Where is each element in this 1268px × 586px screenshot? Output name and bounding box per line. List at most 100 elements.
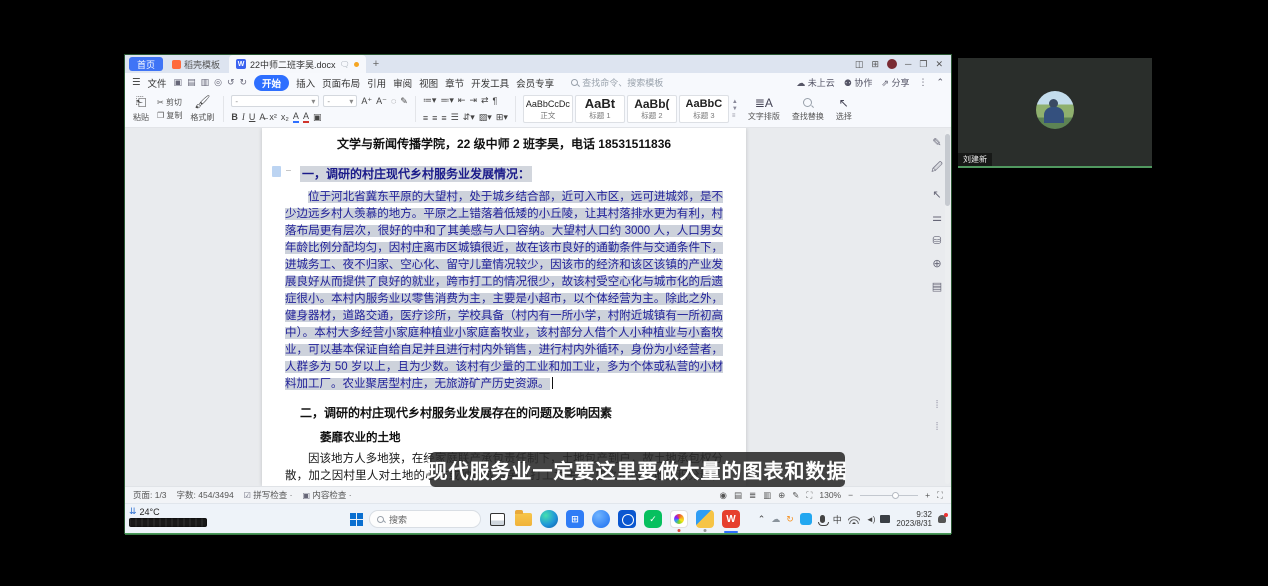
show-marks-icon[interactable]: ¶ xyxy=(493,96,498,106)
scrollbar-thumb[interactable] xyxy=(945,134,950,206)
zoom-out-button[interactable]: − xyxy=(848,490,853,500)
tab-view[interactable]: 视图 xyxy=(419,76,438,90)
translate-icon[interactable]: ⊕ xyxy=(932,257,941,270)
save-icon[interactable]: ▣ xyxy=(174,77,183,88)
highlight-color-icon[interactable]: A xyxy=(293,111,299,123)
spell-check-toggle[interactable]: ☑ 拼写检查 · xyxy=(244,489,293,501)
style-heading3[interactable]: AaBbC 标题 3 xyxy=(679,95,729,123)
page-nav-dots2[interactable]: ⁞ xyxy=(935,421,938,433)
taskbar-search[interactable]: 搜索 xyxy=(369,510,481,528)
file-explorer-button[interactable] xyxy=(513,509,533,529)
restore-button[interactable]: ❐ xyxy=(919,59,927,70)
bold-button[interactable]: B xyxy=(231,112,238,122)
font-size-combobox[interactable]: -▾ xyxy=(323,95,357,107)
redo-icon[interactable]: ↻ xyxy=(240,77,248,88)
close-button[interactable]: ✕ xyxy=(935,59,943,70)
tab-section[interactable]: 章节 xyxy=(445,76,464,90)
bullet-list-icon[interactable]: ≔▾ xyxy=(423,95,437,106)
style-heading2[interactable]: AaBb( 标题 2 xyxy=(627,95,677,123)
italic-button[interactable]: I xyxy=(242,112,245,122)
character-border-icon[interactable]: ▣ xyxy=(313,112,322,123)
map-app-button[interactable] xyxy=(695,509,715,529)
align-center-icon[interactable]: ≡ xyxy=(432,113,437,123)
tab-home[interactable]: 开始 xyxy=(254,75,289,91)
cut-button[interactable]: ✂ 剪切 xyxy=(157,97,182,108)
wifi-icon[interactable] xyxy=(848,515,860,524)
view-outline-icon[interactable]: ≣ xyxy=(749,490,756,501)
view-edit-icon[interactable]: ✎ xyxy=(792,490,799,501)
document-tab[interactable]: W 22中师二班李昊.docx 🗨 xyxy=(229,55,366,73)
font-name-combobox[interactable]: -▾ xyxy=(231,95,319,107)
edge-button[interactable] xyxy=(539,509,559,529)
style-normal[interactable]: AaBbCcDc 正文 xyxy=(523,95,573,123)
menu-file[interactable]: 文件 xyxy=(148,76,167,90)
clock-date[interactable]: 9:32 2023/8/31 xyxy=(896,510,932,528)
undo-icon[interactable]: ↺ xyxy=(227,77,235,88)
ime-indicator[interactable]: 中 xyxy=(833,513,842,526)
find-replace-button[interactable]: 查找替换 xyxy=(789,94,827,124)
view-web-icon[interactable]: ⊕ xyxy=(778,490,785,501)
tab-page-layout[interactable]: 页面布局 xyxy=(322,76,360,90)
layout-switch-icon[interactable]: ◫ xyxy=(855,59,864,70)
notification-bell-icon[interactable] xyxy=(938,515,946,523)
wps-app-button[interactable]: W xyxy=(721,509,741,529)
tab-references[interactable]: 引用 xyxy=(367,76,386,90)
zoom-level[interactable]: 130% xyxy=(819,490,841,500)
comment-icon[interactable]: 🗨 xyxy=(340,60,350,69)
chat-tray-icon[interactable] xyxy=(800,513,812,525)
word-count[interactable]: 字数: 454/3494 xyxy=(177,489,234,501)
typography-button[interactable]: ≣A 文字排版 xyxy=(745,94,783,124)
home-tab[interactable]: 首页 xyxy=(129,57,163,71)
view-book-icon[interactable]: ▥ xyxy=(763,490,771,501)
volume-icon[interactable]: ◄) xyxy=(866,515,875,524)
blue-app-button[interactable] xyxy=(591,509,611,529)
subscript-icon[interactable]: x₂ xyxy=(281,112,289,122)
fullscreen-icon[interactable]: ⛶ xyxy=(937,490,943,501)
tab-member[interactable]: 会员专享 xyxy=(516,76,554,90)
numbered-list-icon[interactable]: ≕▾ xyxy=(440,95,454,106)
command-search[interactable]: 查找命令、搜索模板 xyxy=(571,76,663,89)
task-view-button[interactable] xyxy=(487,509,507,529)
hamburger-icon[interactable]: ☰ xyxy=(132,77,141,88)
shading-icon[interactable]: ▨▾ xyxy=(479,112,492,123)
microsoft-store-button[interactable]: ⊞ xyxy=(565,509,585,529)
view-page-icon[interactable]: ▤ xyxy=(734,490,742,501)
copy-button[interactable]: ❐ 复制 xyxy=(157,110,182,121)
zoom-in-button[interactable]: + xyxy=(925,490,930,500)
grow-font-icon[interactable]: A⁺ xyxy=(361,96,372,107)
tab-list-icon[interactable]: ⊞ xyxy=(871,59,879,70)
highlighter-icon[interactable]: 🖉 xyxy=(931,159,943,178)
minimize-button[interactable]: ─ xyxy=(905,59,911,69)
account-avatar[interactable] xyxy=(887,59,897,69)
font-color-icon[interactable]: A xyxy=(303,111,309,123)
shrink-font-icon[interactable]: A⁻ xyxy=(376,96,387,107)
green-app-button[interactable]: ✓ xyxy=(643,509,663,529)
style-scroll-down-icon[interactable]: ▼ xyxy=(732,106,738,112)
export-image-icon[interactable]: ⛁ xyxy=(932,234,941,247)
line-spacing-icon[interactable]: ⇵▾ xyxy=(463,112,475,123)
tab-insert[interactable]: 插入 xyxy=(296,76,315,90)
battery-icon[interactable] xyxy=(880,515,890,523)
page-nav-dots[interactable]: ⁞ xyxy=(935,399,938,411)
more-menu-icon[interactable]: ⋮ xyxy=(918,77,927,88)
eye-protect-icon[interactable]: ◉ xyxy=(720,490,727,501)
pen-icon[interactable]: ✎ xyxy=(932,136,941,149)
decrease-indent-icon[interactable]: ⇤ xyxy=(458,95,466,106)
borders-icon[interactable]: ⊞▾ xyxy=(496,112,508,123)
mic-icon[interactable] xyxy=(820,515,825,523)
zoom-slider-knob[interactable] xyxy=(892,492,899,499)
clock-app-button[interactable] xyxy=(617,509,637,529)
print-icon[interactable]: ▤ xyxy=(187,77,196,88)
fit-page-icon[interactable]: ⛶ xyxy=(806,490,812,501)
export-icon[interactable]: ▥ xyxy=(201,77,210,88)
read-mode-icon[interactable]: ▤ xyxy=(932,280,942,293)
text-direction-icon[interactable]: ⇄ xyxy=(481,95,489,106)
superscript-icon[interactable]: x² xyxy=(269,112,277,122)
style-heading1[interactable]: AaBt 标题 1 xyxy=(575,95,625,123)
align-left-icon[interactable]: ≡ xyxy=(423,113,428,123)
preview-icon[interactable]: ◎ xyxy=(214,77,222,88)
cloud-status[interactable]: ☁ 未上云 xyxy=(796,76,835,89)
adjust-icon[interactable]: ⚌ xyxy=(932,211,942,224)
share-button[interactable]: ⇗ 分享 xyxy=(881,76,909,89)
collaborate-button[interactable]: ⚉ 协作 xyxy=(844,76,873,89)
